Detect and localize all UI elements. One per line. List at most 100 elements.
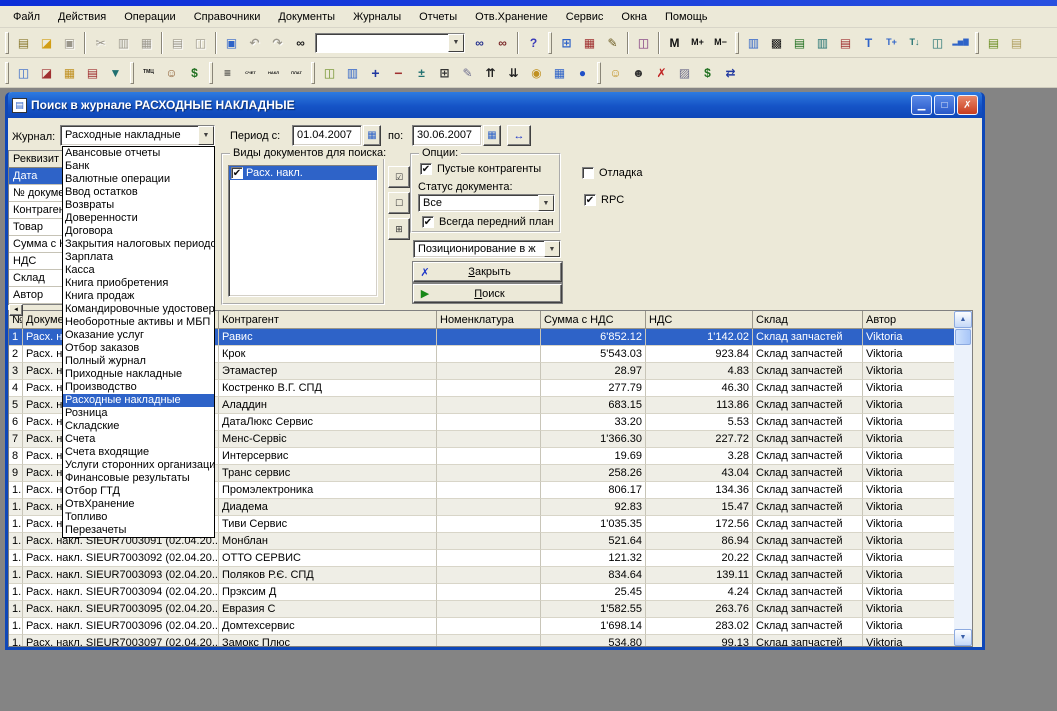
scrollbar-track[interactable] — [954, 346, 972, 629]
redo-button[interactable]: ↷ — [266, 32, 289, 54]
table-row[interactable]: 1.Расх. накл. SIEUR7003095 (02.04.20...Е… — [9, 601, 954, 618]
catalog-goods-button[interactable]: ◪ — [35, 62, 58, 84]
catalog-open-button[interactable]: ▦ — [58, 62, 81, 84]
undo-button[interactable]: ↶ — [243, 32, 266, 54]
find-next-button[interactable]: ∞ — [468, 32, 491, 54]
toolbar-handle[interactable] — [130, 62, 134, 84]
text-doc-button[interactable]: T — [857, 32, 880, 54]
open-folder-button[interactable]: ◪ — [35, 32, 58, 54]
menu-item-Сервис[interactable]: Сервис — [557, 8, 613, 26]
journal-option[interactable]: Банк — [63, 160, 214, 173]
save-button[interactable]: ▣ — [58, 32, 81, 54]
rpc-checkbox[interactable]: ✔ RPC — [584, 194, 624, 206]
calculator-button[interactable]: ⊞ — [555, 32, 578, 54]
open-book-button[interactable]: ◫ — [318, 62, 341, 84]
minimize-button[interactable]: ▁ — [911, 95, 932, 115]
scroll-up-button[interactable]: ▲ — [954, 311, 972, 328]
column-header-2[interactable]: Контрагент — [219, 311, 437, 329]
menu-item-Файл[interactable]: Файл — [4, 8, 49, 26]
invoice-list-button[interactable]: СЧЕТ — [239, 62, 262, 84]
column-header-4[interactable]: Сумма с НДС — [541, 311, 646, 329]
status-combobox[interactable]: Все ▼ — [418, 194, 555, 212]
currency-rates-button[interactable]: $ — [183, 62, 206, 84]
journal-option[interactable]: Перезачеты — [63, 524, 214, 537]
journal-option[interactable]: Производство — [63, 381, 214, 394]
journal-option[interactable]: Розница — [63, 407, 214, 420]
menu-item-Окна[interactable]: Окна — [612, 8, 656, 26]
copy-document-button[interactable]: ▥ — [341, 62, 364, 84]
journal-option[interactable]: Складские — [63, 420, 214, 433]
close-button[interactable]: ✗ Закрыть — [413, 262, 562, 282]
catalog-edit-button[interactable]: ▤ — [81, 62, 104, 84]
chevron-down-icon[interactable]: ▼ — [198, 126, 214, 145]
menu-item-Действия[interactable]: Действия — [49, 8, 115, 26]
report-doc-button[interactable]: ▤ — [834, 32, 857, 54]
toolbar-handle[interactable] — [5, 62, 9, 84]
cash-register-button[interactable]: ▦ — [548, 62, 571, 84]
scrollbar-thumb[interactable] — [955, 329, 971, 345]
journal-option[interactable]: Оказание услуг — [63, 329, 214, 342]
journal-option[interactable]: Необоротные активы и МБП — [63, 316, 214, 329]
menu-item-Отв.Хранение[interactable]: Отв.Хранение — [466, 8, 557, 26]
new-document-button[interactable]: ▤ — [12, 32, 35, 54]
text-doc-plus-button[interactable]: T+ — [880, 32, 903, 54]
period-from-input[interactable]: 01.04.2007 — [292, 125, 362, 146]
column-header-3[interactable]: Номенклатура — [437, 311, 541, 329]
table-row[interactable]: 1.Расх. накл. SIEUR7003093 (02.04.20...П… — [9, 567, 954, 584]
menu-item-Помощь[interactable]: Помощь — [656, 8, 717, 26]
copy-button[interactable]: ▥ — [112, 32, 135, 54]
journal-option[interactable]: Возвраты — [63, 199, 214, 212]
catalog-books-button[interactable]: ◫ — [12, 62, 35, 84]
doc-delete-button[interactable]: ✗ — [650, 62, 673, 84]
journal-option[interactable]: Командировочные удостовер — [63, 303, 214, 316]
toolbar-handle[interactable] — [597, 62, 601, 84]
doc-exchange-button[interactable]: ⇄ — [719, 62, 742, 84]
toolbar-handle[interactable] — [5, 32, 9, 54]
dialog-titlebar[interactable]: ▤ Поиск в журнале РАСХОДНЫЕ НАКЛАДНЫЕ ▁ … — [8, 92, 982, 118]
insert-record-button[interactable]: ± — [410, 62, 433, 84]
find-help-button[interactable]: ∞ — [491, 32, 514, 54]
column-header-7[interactable]: Автор — [863, 311, 956, 329]
journal-option[interactable]: Авансовые отчеты — [63, 147, 214, 160]
find-button[interactable]: ∞ — [289, 32, 312, 54]
add-record-button[interactable]: + — [364, 62, 387, 84]
waybill-list-button[interactable]: НАКЛ — [262, 62, 285, 84]
table-checkered-button[interactable]: ▩ — [765, 32, 788, 54]
payment-list-button[interactable]: ПЛАТ — [285, 62, 308, 84]
toolbar-handle[interactable] — [209, 62, 213, 84]
journal-option[interactable]: Книга продаж — [63, 290, 214, 303]
toolbar-handle[interactable] — [735, 32, 739, 54]
table-text-button[interactable]: ◫ — [926, 32, 949, 54]
journal-option[interactable]: Закрытия налоговых периодо — [63, 238, 214, 251]
journal-combobox[interactable]: Расходные накладные ▼ — [60, 125, 215, 146]
excel-export-button[interactable]: ▤ — [788, 32, 811, 54]
positioning-combobox[interactable]: Позиционирование в ж ▼ — [413, 240, 561, 258]
doc-recalc-button[interactable]: ▨ — [673, 62, 696, 84]
check-all-button[interactable]: ☑ — [388, 166, 410, 188]
toolbar-handle[interactable] — [975, 32, 979, 54]
cut-button[interactable]: ✂ — [89, 32, 112, 54]
print-button[interactable]: ▤ — [166, 32, 189, 54]
journal-option[interactable]: Финансовые результаты — [63, 472, 214, 485]
calendar-button[interactable]: ▦ — [578, 32, 601, 54]
maximize-button[interactable]: □ — [934, 95, 955, 115]
journal-option[interactable]: Зарплата — [63, 251, 214, 264]
chart-button[interactable]: ▂▅▇ — [949, 32, 972, 54]
toolbar-handle[interactable] — [548, 32, 552, 54]
toolbar-handle[interactable] — [311, 62, 315, 84]
journal-option[interactable]: Услуги сторонних организаци — [63, 459, 214, 472]
memory-button[interactable]: M — [663, 32, 686, 54]
chevron-down-icon[interactable]: ▼ — [538, 195, 554, 211]
journal-option[interactable]: Ввод остатков — [63, 186, 214, 199]
calendar-to-button[interactable]: ▦ — [483, 125, 501, 146]
search-combobox[interactable]: ▼ — [315, 33, 465, 53]
delete-record-button[interactable]: − — [387, 62, 410, 84]
journal-option[interactable]: Доверенности — [63, 212, 214, 225]
chevron-down-icon[interactable]: ▼ — [544, 241, 560, 257]
journal-option[interactable]: Приходные накладные — [63, 368, 214, 381]
search-button[interactable]: ▶ Поиск — [413, 284, 562, 303]
sort-descending-button[interactable]: ⇊ — [502, 62, 525, 84]
uncheck-all-button[interactable]: ☐ — [388, 192, 410, 214]
sort-ascending-button[interactable]: ⇈ — [479, 62, 502, 84]
journal-option[interactable]: Книга приобретения — [63, 277, 214, 290]
